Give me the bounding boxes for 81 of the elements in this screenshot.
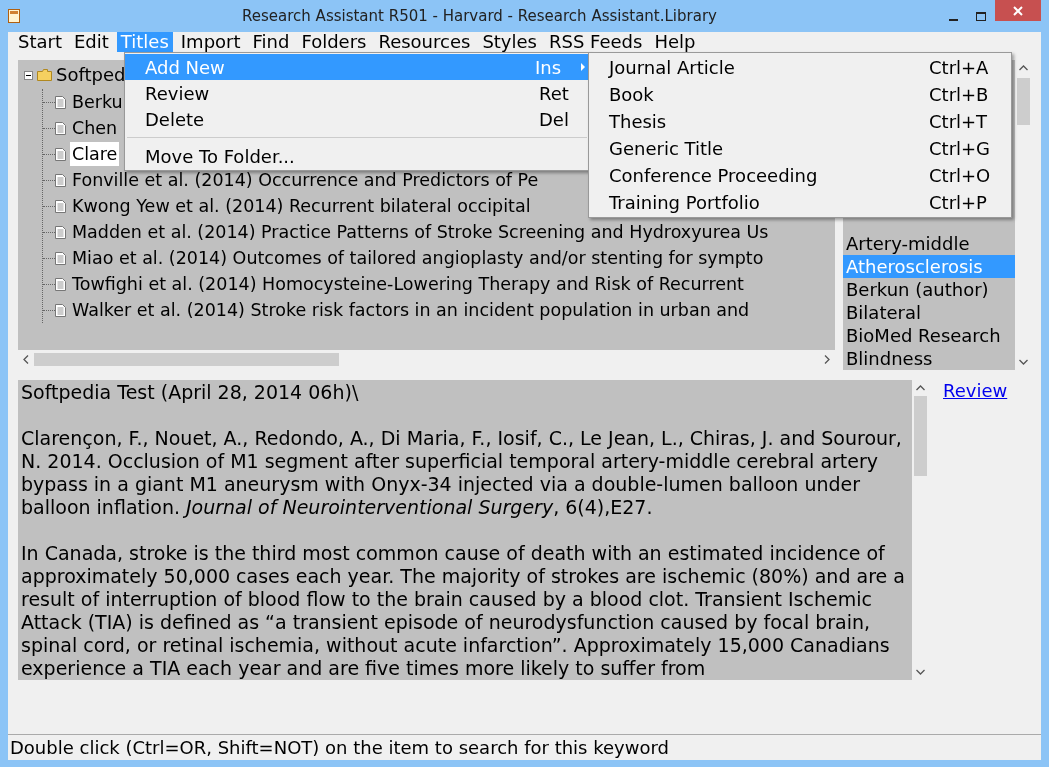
menu-item[interactable]: Import — [176, 32, 245, 52]
menu-entry-label: Training Portfolio — [609, 191, 761, 215]
tree-item[interactable]: Miao et al. (2014) Outcomes of tailored angioplasty and/or stenting for sympto — [70, 246, 766, 270]
menu-entry-label: Add New — [145, 55, 226, 80]
shortcut-label: Ctrl+G — [929, 137, 991, 161]
preview-paragraph: Clarençon, F., Nouet, A., Redondo, A., Di Maria, F., Iosif, C., Le Jean, L., Chiras, J. and Sourour, N. 2014. Occlusion of M1 segment after superficial temporal artery-middle cerebral artery bypass in a giant M1 aneurysm with Onyx-34 injected via a double-lumen balloon under balloon inflation. Journal of Neurointerventional Surgery, 6(4),E27. — [21, 427, 903, 519]
menu-entry-label: Move To Folder... — [145, 144, 296, 169]
tree-folder-label[interactable]: Softped — [56, 65, 126, 85]
scroll-left-icon[interactable] — [23, 354, 29, 364]
shortcut-label: Ctrl+P — [929, 191, 988, 215]
document-icon — [55, 277, 66, 291]
menu-entry[interactable]: Journal Article Ctrl+A — [589, 54, 1011, 81]
menu-entry[interactable]: Review Ret — [125, 80, 589, 106]
document-icon — [55, 147, 66, 161]
app-icon — [8, 9, 20, 23]
shortcut-label: Del — [539, 107, 570, 132]
tree-item[interactable]: Towfighi et al. (2014) Homocysteine-Lowering Therapy and Risk of Recurrent — [70, 272, 746, 296]
tree-item[interactable]: Clare — [70, 142, 120, 166]
menu-item[interactable]: RSS Feeds — [545, 32, 647, 52]
menu-entry[interactable]: Training Portfolio Ctrl+P — [589, 189, 1011, 216]
menu-item[interactable]: Resources — [374, 32, 475, 52]
tree-item[interactable]: Walker et al. (2014) Stroke risk factors in an incident population in urban and — [70, 298, 752, 322]
menu-entry-label: Review — [145, 81, 211, 106]
shortcut-label: Ctrl+T — [929, 110, 989, 134]
close-icon — [1013, 5, 1023, 16]
shortcut-label: Ctrl+B — [929, 83, 990, 107]
scrollbar-thumb[interactable] — [1017, 78, 1030, 125]
menu-entry[interactable]: Generic Title Ctrl+G — [589, 135, 1011, 162]
document-icon — [55, 303, 66, 317]
scrollbar-thumb[interactable] — [914, 396, 927, 476]
shortcut-label: Ins — [535, 55, 563, 80]
scroll-down-icon[interactable] — [916, 669, 925, 675]
menu-entry[interactable]: Conference Proceeding Ctrl+O — [589, 162, 1011, 189]
menu-entry[interactable]: Move To Folder... — [125, 143, 589, 169]
keyword-item[interactable]: Bilateral — [843, 301, 1015, 324]
menu-entry[interactable]: Book Ctrl+B — [589, 81, 1011, 108]
document-icon — [55, 199, 66, 213]
tree-item[interactable]: Berku — [70, 90, 125, 114]
menu-entry-label: Book — [609, 83, 655, 107]
document-icon — [55, 225, 66, 239]
menu-entry-label: Generic Title — [609, 137, 725, 161]
menu-entry-label: Conference Proceeding — [609, 164, 819, 188]
shortcut-label: Ctrl+A — [929, 56, 990, 80]
keyword-item[interactable]: Berkun (author) — [843, 278, 1015, 301]
collapse-toggle[interactable] — [24, 70, 33, 80]
menu-item[interactable]: Edit — [70, 32, 113, 52]
document-icon — [55, 95, 66, 109]
scroll-down-icon[interactable] — [1019, 359, 1028, 365]
menu-item[interactable]: Styles — [478, 32, 541, 52]
shortcut-label: Ctrl+O — [929, 164, 991, 188]
document-icon — [55, 251, 66, 265]
scroll-up-icon[interactable] — [916, 385, 925, 391]
menu-item[interactable]: Help — [650, 32, 700, 52]
window-title: Research Assistant R501 - Harvard - Research Assistant.Library — [241, 5, 718, 27]
close-button[interactable] — [995, 0, 1041, 21]
preview-paragraph: Softpedia Test (April 28, 2014 06h)\ — [21, 381, 360, 404]
tree-item[interactable]: Kwong Yew et al. (2014) Recurrent bilateral occipital — [70, 194, 533, 218]
shortcut-label: Ret — [539, 81, 570, 106]
folder-icon — [37, 69, 52, 81]
tree-item[interactable]: Madden et al. (2014) Practice Patterns of Stroke Screening and Hydroxyurea Us — [70, 220, 771, 244]
menu-entry-label: Delete — [145, 107, 206, 132]
document-icon — [55, 173, 66, 187]
menu-entry[interactable]: Delete Del — [125, 106, 589, 132]
scrollbar-thumb[interactable] — [34, 353, 339, 366]
scroll-up-icon[interactable] — [1019, 65, 1028, 71]
tree-item[interactable]: Chen — [70, 116, 120, 140]
scroll-right-icon[interactable] — [824, 354, 830, 364]
menu-item[interactable]: Folders — [297, 32, 371, 52]
keyword-item[interactable]: Blindness — [843, 347, 1015, 370]
keyword-item[interactable]: Artery-middle — [843, 232, 1015, 255]
menu-entry[interactable]: Thesis Ctrl+T — [589, 108, 1011, 135]
status-bar: Double click (Ctrl=OR, Shift=NOT) on the item to search for this keyword — [8, 734, 1041, 760]
menu-item[interactable]: Find — [248, 32, 294, 52]
tree-item[interactable]: Fonville et al. (2014) Occurrence and Predictors of Pe — [70, 168, 541, 192]
preview-paragraph: In Canada, stroke is the third most common cause of death with an estimated incidence of approximately 50,000 cases each year. The majority of strokes are ischemic (80%) and are a result of interruption of blood flow to the brain caused by a blood clot. Transient Ischemic Attack (TIA) is defined as “a transient episode of neurodysfunction caused by focal brain, spinal cord, or retinal ischemia, without acute infarction”. Approximately 15,000 Canadians experience a TIA each year and are five times more likely to suffer from — [21, 542, 906, 680]
menu-item[interactable]: Start — [14, 32, 66, 52]
review-link[interactable]: Review — [943, 380, 1008, 680]
menu-entry-label: Thesis — [609, 110, 668, 134]
menu-entry-label: Journal Article — [609, 56, 736, 80]
document-icon — [55, 121, 66, 135]
keyword-item[interactable]: BioMed Research — [843, 324, 1015, 347]
